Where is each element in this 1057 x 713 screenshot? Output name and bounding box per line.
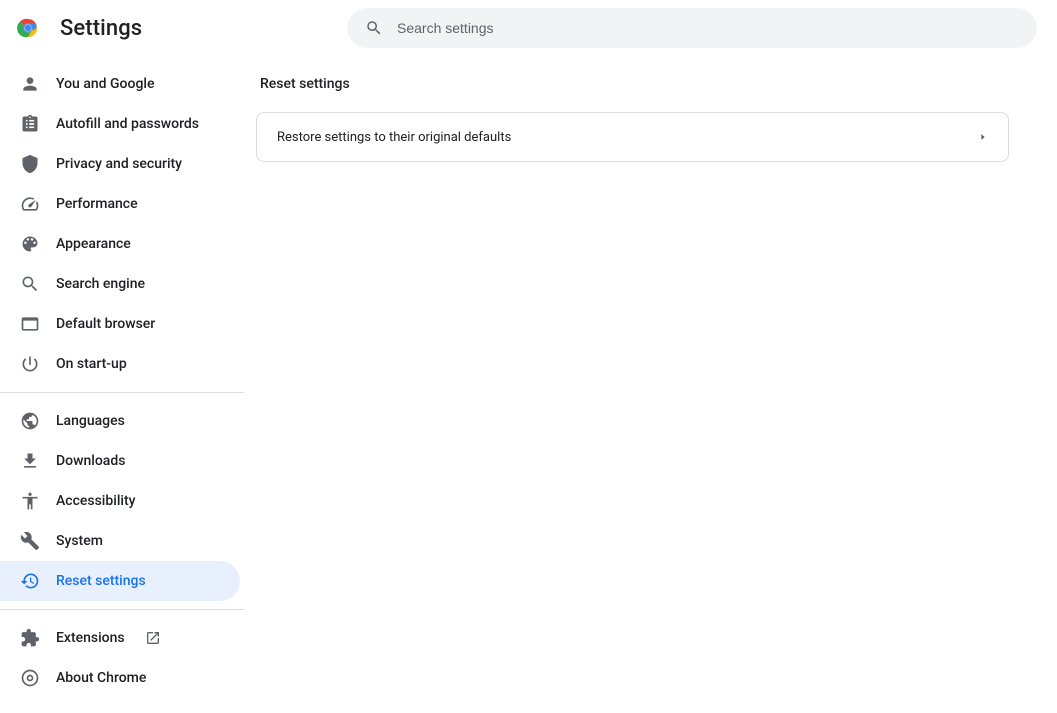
sidebar-item-label: About Chrome: [56, 670, 146, 686]
download-icon: [20, 451, 40, 471]
sidebar-item-extensions[interactable]: Extensions: [0, 618, 240, 658]
sidebar-item-label: Performance: [56, 196, 138, 212]
palette-icon: [20, 234, 40, 254]
chrome-logo-icon: [16, 16, 40, 40]
chrome-outline-icon: [20, 668, 40, 688]
sidebar-item-label: Privacy and security: [56, 156, 182, 172]
sidebar-item-privacy[interactable]: Privacy and security: [0, 144, 240, 184]
restore-defaults-row[interactable]: Restore settings to their original defau…: [257, 113, 1008, 161]
divider: [0, 609, 244, 610]
page-title: Settings: [60, 16, 142, 41]
search-icon: [365, 19, 383, 37]
sidebar-item-reset-settings[interactable]: Reset settings: [0, 561, 240, 601]
sidebar-item-label: Languages: [56, 413, 125, 429]
sidebar-item-autofill[interactable]: Autofill and passwords: [0, 104, 240, 144]
sidebar: You and Google Autofill and passwords Pr…: [0, 56, 256, 713]
sidebar-item-downloads[interactable]: Downloads: [0, 441, 240, 481]
sidebar-item-accessibility[interactable]: Accessibility: [0, 481, 240, 521]
sidebar-item-label: You and Google: [56, 76, 154, 92]
sidebar-item-about-chrome[interactable]: About Chrome: [0, 658, 240, 698]
speedometer-icon: [20, 194, 40, 214]
sidebar-item-search-engine[interactable]: Search engine: [0, 264, 240, 304]
divider: [0, 392, 244, 393]
person-icon: [20, 74, 40, 94]
section-title: Reset settings: [256, 76, 1009, 92]
sidebar-item-label: Appearance: [56, 236, 131, 252]
shield-icon: [20, 154, 40, 174]
sidebar-item-system[interactable]: System: [0, 521, 240, 561]
search-container[interactable]: [347, 8, 1037, 48]
header: Settings: [0, 0, 1057, 56]
sidebar-item-you-and-google[interactable]: You and Google: [0, 64, 240, 104]
assignment-icon: [20, 114, 40, 134]
open-in-new-icon: [145, 630, 161, 646]
sidebar-item-languages[interactable]: Languages: [0, 401, 240, 441]
sidebar-item-label: Downloads: [56, 453, 125, 469]
globe-icon: [20, 411, 40, 431]
search-input[interactable]: [397, 20, 1019, 36]
wrench-icon: [20, 531, 40, 551]
search-icon: [20, 274, 40, 294]
browser-icon: [20, 314, 40, 334]
power-icon: [20, 354, 40, 374]
sidebar-item-label: Autofill and passwords: [56, 116, 199, 132]
card-row-label: Restore settings to their original defau…: [277, 130, 511, 145]
main-content: Reset settings Restore settings to their…: [256, 56, 1057, 713]
sidebar-item-startup[interactable]: On start-up: [0, 344, 240, 384]
sidebar-item-appearance[interactable]: Appearance: [0, 224, 240, 264]
sidebar-item-label: On start-up: [56, 356, 127, 372]
sidebar-item-label: Search engine: [56, 276, 145, 292]
restore-icon: [20, 571, 40, 591]
sidebar-item-label: Default browser: [56, 316, 155, 332]
sidebar-item-label: System: [56, 533, 103, 549]
sidebar-item-default-browser[interactable]: Default browser: [0, 304, 240, 344]
sidebar-item-label: Reset settings: [56, 573, 146, 589]
sidebar-item-label: Extensions: [56, 630, 125, 646]
sidebar-item-label: Accessibility: [56, 493, 135, 509]
chevron-right-icon: [978, 132, 988, 142]
sidebar-item-performance[interactable]: Performance: [0, 184, 240, 224]
extension-icon: [20, 628, 40, 648]
settings-card: Restore settings to their original defau…: [256, 112, 1009, 162]
accessibility-icon: [20, 491, 40, 511]
